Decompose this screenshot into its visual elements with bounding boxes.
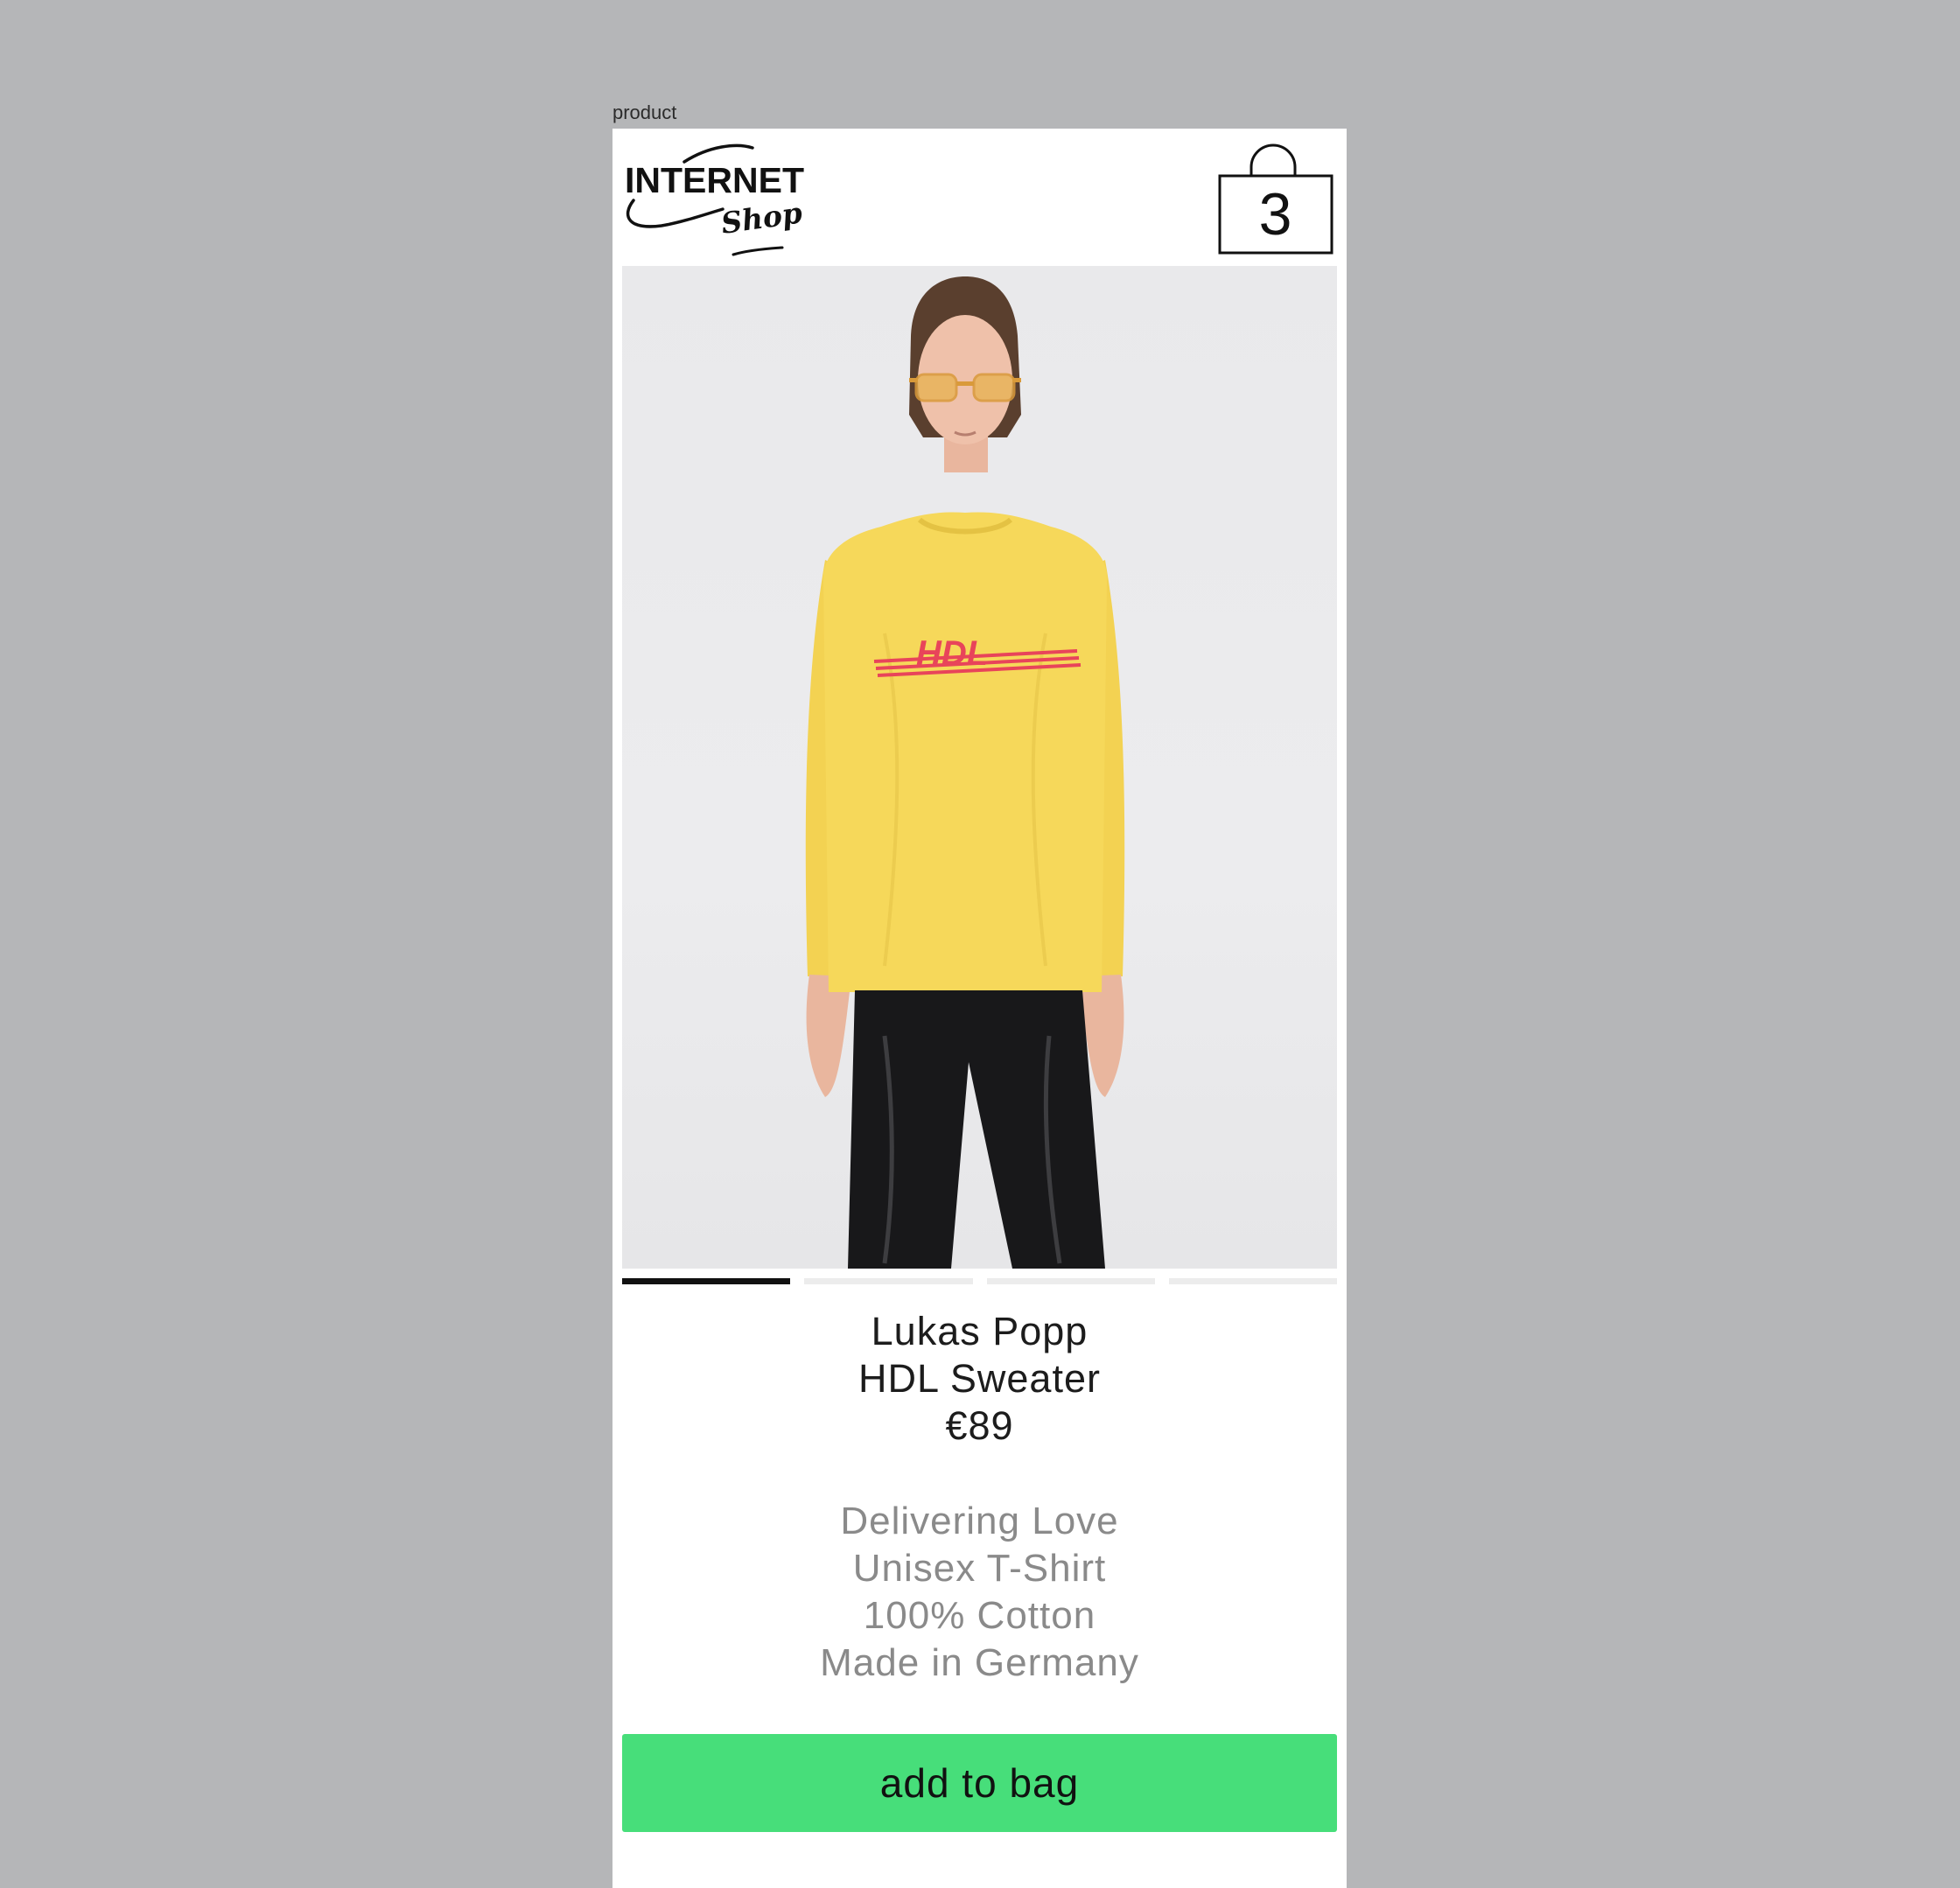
product-info: Lukas Popp HDL Sweater €89 bbox=[612, 1308, 1347, 1450]
sweater bbox=[822, 512, 1108, 992]
gallery-dot-4[interactable] bbox=[1169, 1278, 1337, 1284]
add-to-bag-button[interactable]: add to bag bbox=[622, 1734, 1337, 1832]
logo-text-shop: Shop bbox=[719, 195, 804, 241]
product-name: HDL Sweater bbox=[858, 1356, 1101, 1401]
pants bbox=[848, 990, 1105, 1269]
header: INTERNET Shop 3 bbox=[612, 129, 1347, 262]
product-image[interactable]: HDL bbox=[622, 266, 1337, 1269]
product-photo: HDL bbox=[805, 276, 1125, 1269]
product-page: INTERNET Shop 3 HDL Lukas Popp HDL Sweat… bbox=[612, 129, 1347, 1888]
description-line: 100% Cotton bbox=[863, 1594, 1096, 1637]
product-brand: Lukas Popp bbox=[871, 1309, 1088, 1353]
description-line: Made in Germany bbox=[820, 1641, 1139, 1684]
description-line: Unisex T-Shirt bbox=[852, 1547, 1107, 1590]
gallery-dot-1[interactable] bbox=[622, 1278, 790, 1284]
shopping-bag-button[interactable]: 3 bbox=[1216, 136, 1339, 258]
bag-item-count: 3 bbox=[1258, 181, 1292, 248]
description-line: Delivering Love bbox=[840, 1500, 1119, 1542]
logo-text-internet: INTERNET bbox=[625, 160, 804, 200]
product-description: Delivering Love Unisex T-Shirt 100% Cott… bbox=[612, 1498, 1347, 1687]
gallery-dot-2[interactable] bbox=[804, 1278, 973, 1284]
artboard-label: product bbox=[612, 101, 677, 123]
gallery-dot-3[interactable] bbox=[987, 1278, 1155, 1284]
gallery-pagination bbox=[622, 1278, 1337, 1285]
shop-logo[interactable]: INTERNET Shop bbox=[621, 136, 805, 258]
print-text: HDL bbox=[916, 634, 988, 673]
product-price: €89 bbox=[945, 1403, 1014, 1448]
